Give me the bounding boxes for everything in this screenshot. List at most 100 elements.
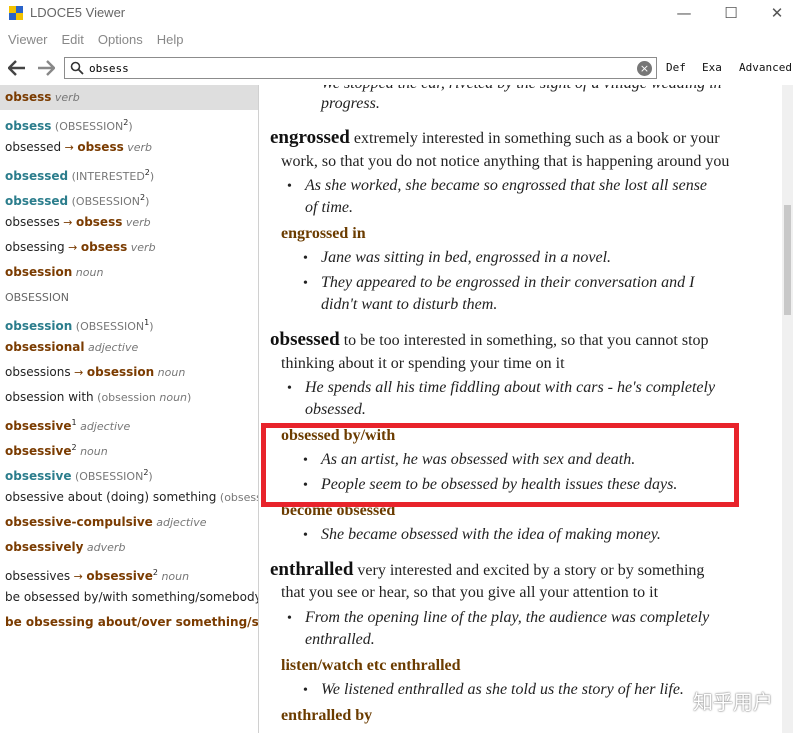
- list-item[interactable]: obsessive (OBSESSION2): [0, 460, 258, 485]
- back-arrow-icon[interactable]: [5, 56, 29, 80]
- list-item[interactable]: obsessed (OBSESSION2): [0, 185, 258, 210]
- minimize-button[interactable]: —: [661, 0, 707, 26]
- list-item-part: obsessively: [5, 540, 84, 554]
- example-bullet: •: [303, 683, 308, 698]
- list-item-part: obsessive-compulsive: [5, 515, 153, 529]
- example-text: He spends all his time fiddling about wi…: [305, 379, 716, 396]
- list-item[interactable]: obsessive about (doing) something (obses…: [0, 485, 258, 510]
- list-item[interactable]: obsessions → obsession noun: [0, 360, 258, 385]
- example-text: We listened enthralled as she told us th…: [321, 681, 684, 698]
- list-item[interactable]: be obsessed by/with something/somebody: [0, 585, 258, 610]
- list-item-part: obsessional: [5, 340, 85, 354]
- list-item[interactable]: obsessive2 noun: [0, 435, 258, 460]
- list-item[interactable]: be obsessing about/over something/some: [0, 610, 258, 635]
- list-item[interactable]: obsessional adjective: [0, 335, 258, 360]
- list-item-part: (INTERESTED: [68, 170, 145, 183]
- list-item-part: verb: [122, 216, 151, 229]
- entry-headword: engrossed: [270, 127, 350, 148]
- search-box[interactable]: ×: [64, 57, 657, 79]
- example-text: As she worked, she became so engrossed t…: [305, 177, 708, 194]
- list-item-part: noun: [159, 391, 188, 404]
- list-item[interactable]: obsesses → obsess verb: [0, 210, 258, 235]
- list-item[interactable]: obsessing → obsess verb: [0, 235, 258, 260]
- def-button[interactable]: Def: [666, 61, 686, 74]
- list-item[interactable]: obsessives → obsessive2 noun: [0, 560, 258, 585]
- list-item-part: adjective: [152, 516, 207, 529]
- list-item[interactable]: obsession with (obsession noun): [0, 385, 258, 410]
- list-item-part: obsession: [5, 265, 73, 279]
- list-item-part: obsessives: [5, 569, 71, 583]
- list-item-part: (OBSESSION: [72, 320, 145, 333]
- list-item[interactable]: obsessed (INTERESTED2): [0, 160, 258, 185]
- list-item[interactable]: obsessive-compulsive adjective: [0, 510, 258, 535]
- list-item-part: noun: [157, 570, 190, 583]
- list-item-part: (obsession: [93, 391, 160, 404]
- list-item-part: obsessive: [5, 419, 72, 433]
- menu-help[interactable]: Help: [157, 32, 184, 47]
- list-item[interactable]: obsess (OBSESSION2): [0, 110, 258, 135]
- entry-definition: that you see or hear, so that you give a…: [281, 584, 659, 601]
- example-bullet: •: [287, 611, 292, 626]
- menu-viewer[interactable]: Viewer: [8, 32, 48, 47]
- example-text: progress.: [321, 95, 380, 112]
- list-item-part: adjective: [84, 341, 139, 354]
- entry-headword: obsessed: [270, 329, 340, 350]
- result-list: obsess verb obsess (OBSESSION2) obsessed →…: [0, 85, 258, 733]
- exa-button[interactable]: Exa: [702, 61, 722, 74]
- list-item-part: obsess: [5, 119, 52, 133]
- list-item-part: verb: [51, 91, 80, 104]
- entry-definition: extremely interested in something such a…: [349, 130, 720, 147]
- example-text: From the opening line of the play, the a…: [305, 609, 710, 626]
- list-item-part: ): [149, 320, 154, 333]
- forward-arrow-icon[interactable]: [34, 56, 58, 80]
- list-item[interactable]: obsessed → obsess verb: [0, 135, 258, 160]
- menu-options[interactable]: Options: [98, 32, 143, 47]
- list-item[interactable]: obsessively adverb: [0, 535, 258, 560]
- list-item-part: noun: [76, 445, 108, 458]
- example-bullet: •: [287, 85, 292, 93]
- list-item-part: (OBSESSION: [68, 195, 140, 208]
- list-item-part: obsession: [5, 319, 73, 333]
- list-item-part: (obsess: [216, 491, 258, 504]
- example-text: Jane was sitting in bed, engrossed in a …: [321, 249, 612, 266]
- list-item[interactable]: OBSESSION: [0, 285, 258, 310]
- scrollbar-thumb[interactable]: [784, 205, 791, 315]
- list-item-part: obsess: [5, 90, 52, 104]
- list-item-part: ): [148, 470, 153, 483]
- list-item[interactable]: obsess verb: [0, 85, 258, 110]
- search-input[interactable]: [89, 60, 629, 77]
- list-item-part: ): [128, 120, 133, 133]
- list-item[interactable]: obsession (OBSESSION1): [0, 310, 258, 335]
- list-item-part: obsession: [86, 365, 155, 379]
- list-item-part: OBSESSION: [5, 291, 70, 304]
- close-button[interactable]: ✕: [754, 0, 793, 26]
- example-bullet: •: [303, 528, 308, 543]
- list-item-part: obsessive: [5, 444, 72, 458]
- highlight-box: [261, 423, 739, 507]
- app-icon: [9, 6, 23, 20]
- entry-headword: enthralled: [270, 559, 354, 580]
- list-item[interactable]: obsession noun: [0, 260, 258, 285]
- list-item-part: obsessive: [5, 469, 72, 483]
- list-item-part: adverb: [83, 541, 126, 554]
- list-item-part: obsessive about (doing) something: [5, 490, 217, 504]
- content-scrollbar[interactable]: [782, 85, 793, 733]
- list-item-part: noun: [154, 366, 186, 379]
- list-item[interactable]: obsessive1 adjective: [0, 410, 258, 435]
- window-title: LDOCE5 Viewer: [30, 5, 126, 20]
- list-item-part: be obsessing about/over something/some: [5, 615, 258, 629]
- list-item-part: →: [61, 141, 78, 154]
- sub-headword: engrossed in: [281, 225, 366, 242]
- title-bar: LDOCE5 Viewer — ☐ ✕: [0, 0, 793, 26]
- menu-edit[interactable]: Edit: [62, 32, 84, 47]
- watermark: 知乎用户: [693, 690, 773, 714]
- clear-search-icon[interactable]: ×: [637, 61, 652, 76]
- entry-definition: to be too interested in something, so th…: [339, 332, 709, 349]
- advanced-button[interactable]: Advanced: [739, 61, 792, 74]
- list-item-part: →: [70, 366, 87, 379]
- list-item-part: obsess: [75, 215, 123, 229]
- maximize-button[interactable]: ☐: [708, 0, 754, 26]
- list-item-part: obsessing: [5, 240, 65, 254]
- list-item-part: obsess: [80, 240, 128, 254]
- definition-pane: • We stopped the car, riveted by the sig…: [259, 85, 782, 733]
